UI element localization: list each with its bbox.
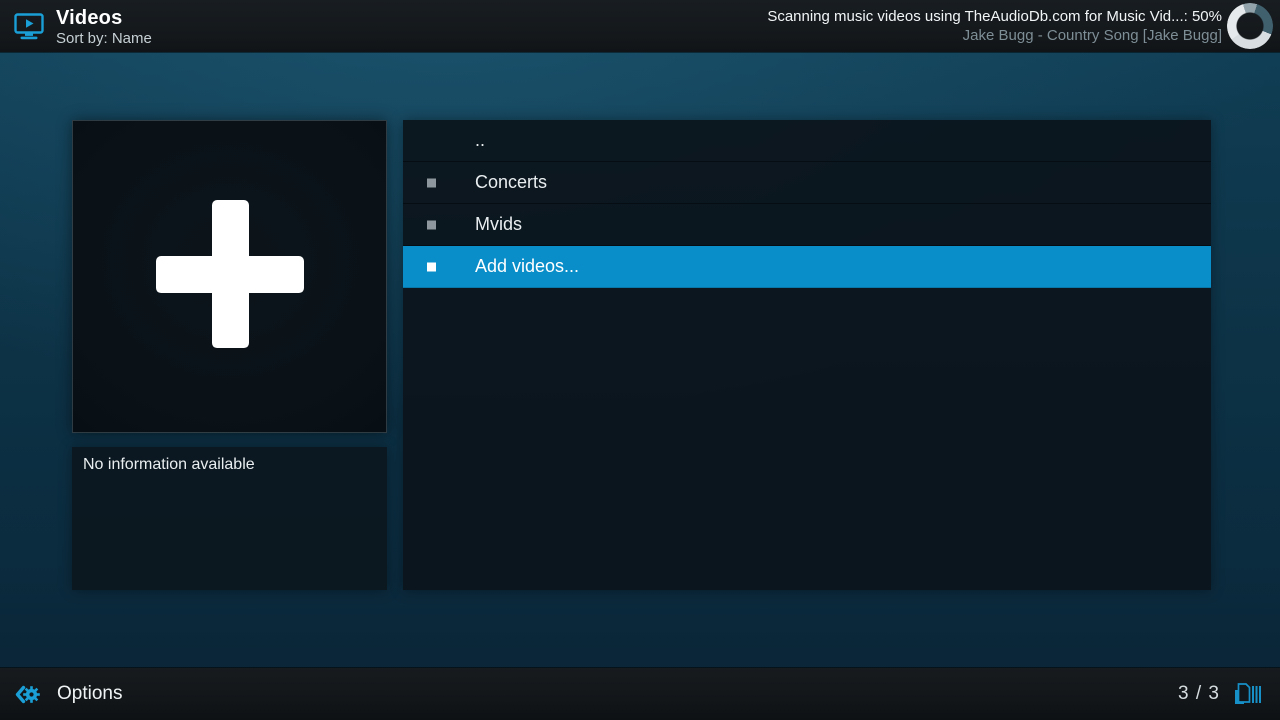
videos-monitor-play-icon: [14, 13, 44, 40]
list-item-parent-dir[interactable]: ..: [403, 120, 1211, 162]
list-item-label: ..: [475, 130, 485, 151]
square-bullet-icon: [427, 178, 436, 187]
page-stack-icon: [1232, 681, 1262, 708]
sort-by-label: Sort by: Name: [56, 30, 152, 47]
square-bullet-icon: [427, 262, 436, 271]
file-list: .. Concerts Mvids Add videos...: [403, 120, 1211, 590]
scan-status-text: Scanning music videos using TheAudioDb.c…: [767, 8, 1222, 26]
options-gear-chevron-icon: [14, 681, 41, 708]
scan-status: Scanning music videos using TheAudioDb.c…: [767, 8, 1222, 45]
list-item-concerts[interactable]: Concerts: [403, 162, 1211, 204]
kodi-videos-screen: { "header": { "title": "Videos", "sort":…: [0, 0, 1280, 720]
list-item-label: Concerts: [475, 172, 547, 193]
list-item-label: Mvids: [475, 214, 522, 235]
list-item-mvids[interactable]: Mvids: [403, 204, 1211, 246]
top-bar: Videos Sort by: Name Scanning music vide…: [0, 0, 1280, 52]
list-item-add-videos[interactable]: Add videos...: [403, 246, 1211, 288]
info-panel: No information available: [72, 447, 387, 590]
list-item-label: Add videos...: [475, 256, 579, 277]
options-label: Options: [57, 683, 122, 705]
pager-indicator: 3 / 3: [1178, 668, 1262, 720]
thumbnail-preview: [72, 120, 387, 433]
add-plus-icon: [156, 200, 304, 348]
page-title: Videos: [56, 7, 122, 30]
info-text: No information available: [83, 456, 255, 474]
scan-current-item: Jake Bugg - Country Song [Jake Bugg]: [767, 27, 1222, 45]
bottom-bar: Options 3 / 3: [0, 668, 1280, 720]
square-bullet-icon: [427, 220, 436, 229]
busy-spinner: [1227, 3, 1273, 49]
page-position: 3 / 3: [1178, 683, 1220, 705]
options-button[interactable]: Options: [14, 668, 122, 720]
